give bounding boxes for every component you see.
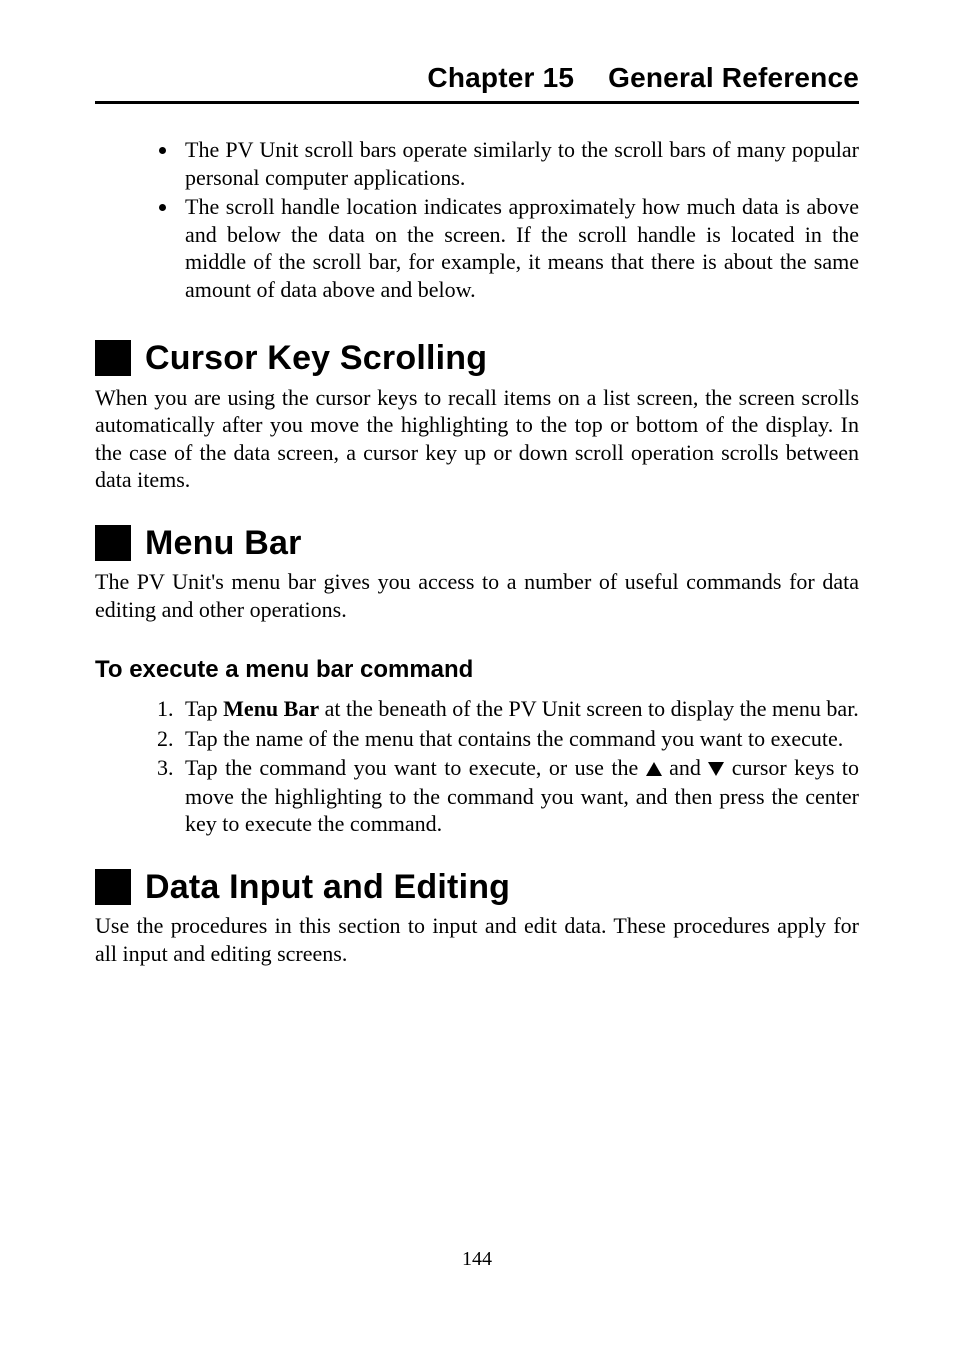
list-item: Tap the name of the menu that contains t… xyxy=(179,725,859,753)
section-title: Menu Bar xyxy=(145,522,302,565)
steps-list: Tap Menu Bar at the beneath of the PV Un… xyxy=(95,695,859,838)
section-cursor-key-scrolling: Cursor Key Scrolling When you are using … xyxy=(95,337,859,494)
section-title: Data Input and Editing xyxy=(145,866,510,909)
ui-term-menu-bar: Menu Bar xyxy=(223,696,319,721)
intro-bullet-list: The PV Unit scroll bars operate similarl… xyxy=(95,136,859,303)
section-bullet-icon xyxy=(95,525,131,561)
step-text: at the beneath of the PV Unit screen to … xyxy=(319,696,859,721)
section-title: Cursor Key Scrolling xyxy=(145,337,487,380)
section-paragraph: When you are using the cursor keys to re… xyxy=(95,384,859,494)
section-paragraph: Use the procedures in this section to in… xyxy=(95,912,859,967)
section-bullet-icon xyxy=(95,340,131,376)
chapter-running-head: Chapter 15 General Reference xyxy=(95,60,859,104)
section-paragraph: The PV Unit's menu bar gives you access … xyxy=(95,568,859,623)
triangle-up-icon xyxy=(646,755,662,783)
step-text: and xyxy=(662,755,709,780)
chapter-title: General Reference xyxy=(608,62,859,93)
step-text: Tap the command you want to execute, or … xyxy=(185,755,646,780)
section-heading-row: Menu Bar xyxy=(95,522,859,565)
subheading: To execute a menu bar command xyxy=(95,655,859,685)
section-bullet-icon xyxy=(95,869,131,905)
page-number: 144 xyxy=(0,1247,954,1272)
section-heading-row: Data Input and Editing xyxy=(95,866,859,909)
list-item: Tap the command you want to execute, or … xyxy=(179,754,859,838)
list-item: Tap Menu Bar at the beneath of the PV Un… xyxy=(179,695,859,723)
section-heading-row: Cursor Key Scrolling xyxy=(95,337,859,380)
section-data-input-editing: Data Input and Editing Use the procedure… xyxy=(95,866,859,968)
triangle-down-icon xyxy=(708,755,724,783)
list-item: The scroll handle location indicates app… xyxy=(179,193,859,303)
list-item: The PV Unit scroll bars operate similarl… xyxy=(179,136,859,191)
step-text: Tap xyxy=(185,696,223,721)
chapter-label: Chapter 15 xyxy=(427,62,574,93)
section-menu-bar: Menu Bar The PV Unit's menu bar gives yo… xyxy=(95,522,859,838)
